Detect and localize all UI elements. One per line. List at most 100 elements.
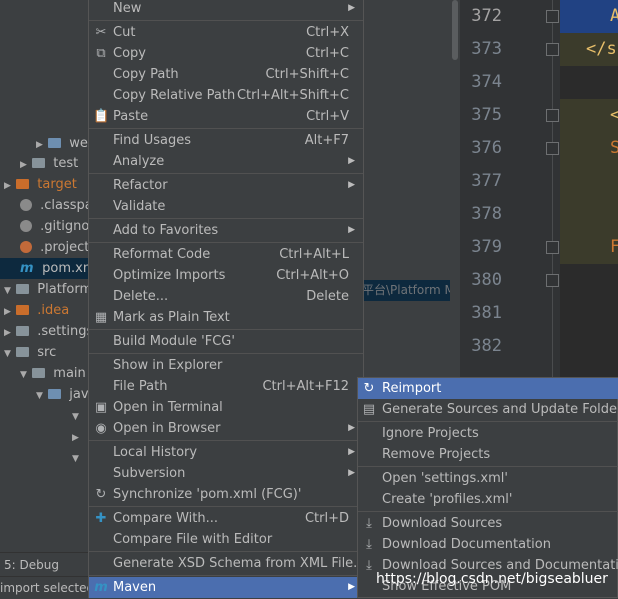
code-line: F xyxy=(610,237,618,257)
submenu-arrow-icon: ▶ xyxy=(348,423,355,433)
submenu-item-download-documentation[interactable]: ⤓ Download Documentation xyxy=(358,534,618,555)
menu-item-show-in-explorer[interactable]: Show in Explorer xyxy=(89,355,363,376)
menu-item-build-module[interactable]: Build Module 'FCG' xyxy=(89,331,363,352)
menu-item-delete[interactable]: Delete... Delete xyxy=(89,286,363,307)
submenu-item-download-sources[interactable]: ⤓ Download Sources xyxy=(358,513,618,534)
menu-item-copy[interactable]: ⧉ Copy Ctrl+C xyxy=(89,43,363,64)
menu-item-maven[interactable]: m Maven ▶ xyxy=(89,577,363,598)
tree-node-we[interactable]: ▶ we xyxy=(36,133,88,154)
project-panel-background xyxy=(362,0,460,378)
menu-item-mark-as-plain-text[interactable]: ▦ Mark as Plain Text xyxy=(89,307,363,328)
tree-expander[interactable]: ▶ xyxy=(72,426,80,447)
submenu-item-generate-sources[interactable]: ▤ Generate Sources and Update Folders xyxy=(358,399,618,420)
submenu-item-ignore-projects[interactable]: Ignore Projects xyxy=(358,423,618,444)
menu-item-validate[interactable]: Validate xyxy=(89,196,363,217)
maven-submenu: ↻ Reimport ▤ Generate Sources and Update F… xyxy=(357,377,618,598)
menu-separator xyxy=(89,128,363,129)
folder-icon xyxy=(16,179,30,189)
menu-item-compare-file-with-editor[interactable]: Compare File with Editor xyxy=(89,529,363,550)
menu-item-add-to-favorites[interactable]: Add to Favorites ▶ xyxy=(89,220,363,241)
line-number: 377 xyxy=(471,171,502,191)
menu-item-compare-with[interactable]: ✚ Compare With... Ctrl+D xyxy=(89,508,363,529)
code-line: A xyxy=(610,6,618,26)
menu-item-paste[interactable]: 📋 Paste Ctrl+V xyxy=(89,106,363,127)
chevron-right-icon[interactable]: ▶ xyxy=(4,302,12,323)
chevron-down-icon[interactable]: ▼ xyxy=(72,449,80,470)
line-number: 376 xyxy=(471,138,502,158)
tree-node-src[interactable]: ▼ src xyxy=(4,342,56,363)
menu-separator xyxy=(89,173,363,174)
folder-icon xyxy=(16,305,30,315)
fold-guide xyxy=(552,0,553,378)
menu-item-optimize-imports[interactable]: Optimize Imports Ctrl+Alt+O xyxy=(89,265,363,286)
submenu-item-create-profiles-xml[interactable]: Create 'profiles.xml' xyxy=(358,489,618,510)
chevron-right-icon[interactable]: ▶ xyxy=(4,176,12,197)
menu-item-copy-path[interactable]: Copy Path Ctrl+Shift+C xyxy=(89,64,363,85)
chevron-down-icon[interactable]: ▼ xyxy=(20,365,28,386)
menu-item-subversion[interactable]: Subversion ▶ xyxy=(89,463,363,484)
fold-toggle[interactable] xyxy=(546,241,559,254)
fold-toggle[interactable] xyxy=(546,142,559,155)
globe-icon: ◉ xyxy=(95,421,107,436)
menu-item-new[interactable]: New ▶ xyxy=(89,0,363,19)
menu-item-reformat-code[interactable]: Reformat Code Ctrl+Alt+L xyxy=(89,244,363,265)
fold-toggle[interactable] xyxy=(546,10,559,23)
tree-node-pom-xml[interactable]: m pom.xml xyxy=(0,258,90,279)
tree-node-java[interactable]: ▼ jav xyxy=(36,384,89,405)
tree-node-project[interactable]: .project xyxy=(20,237,89,258)
tree-node-classpath[interactable]: .classpat xyxy=(20,195,90,216)
menu-item-open-in-browser[interactable]: ◉ Open in Browser ▶ xyxy=(89,418,363,439)
code-line: < xyxy=(610,105,618,125)
folder-icon xyxy=(32,158,46,168)
tree-node-main[interactable]: ▼ main xyxy=(20,363,86,384)
menu-item-cut[interactable]: ✂ Cut Ctrl+X xyxy=(89,22,363,43)
reimport-icon: ↻ xyxy=(363,381,375,396)
maven-icon: m xyxy=(94,580,108,595)
submenu-item-remove-projects[interactable]: Remove Projects xyxy=(358,444,618,465)
tree-node-settings[interactable]: ▶ .settings xyxy=(4,321,90,342)
submenu-arrow-icon: ▶ xyxy=(348,582,355,592)
chevron-down-icon[interactable]: ▼ xyxy=(4,281,12,302)
tree-node-gitignore[interactable]: .gitignor xyxy=(20,216,90,237)
menu-item-refactor[interactable]: Refactor ▶ xyxy=(89,175,363,196)
menu-item-find-usages[interactable]: Find Usages Alt+F7 xyxy=(89,130,363,151)
scrollbar-thumb[interactable] xyxy=(452,0,458,60)
tree-expander[interactable]: ▼ xyxy=(72,405,80,426)
project-tree: ▶ we ▶ test ▶ target .classpat .gitignor… xyxy=(0,0,90,552)
download-icon: ⤓ xyxy=(366,537,372,552)
fold-toggle[interactable] xyxy=(546,43,559,56)
line-number: 378 xyxy=(471,204,502,224)
code-line: S xyxy=(610,138,618,158)
fold-toggle[interactable] xyxy=(546,274,559,287)
menu-item-open-in-terminal[interactable]: ▣ Open in Terminal xyxy=(89,397,363,418)
chevron-down-icon[interactable]: ▼ xyxy=(4,344,12,365)
submenu-item-open-settings-xml[interactable]: Open 'settings.xml' xyxy=(358,468,618,489)
menu-separator xyxy=(358,421,618,422)
menu-item-local-history[interactable]: Local History ▶ xyxy=(89,442,363,463)
tree-expander[interactable]: ▼ xyxy=(72,447,80,468)
menu-item-analyze[interactable]: Analyze ▶ xyxy=(89,151,363,172)
menu-item-generate-xsd[interactable]: Generate XSD Schema from XML File... xyxy=(89,553,366,574)
chevron-down-icon[interactable]: ▼ xyxy=(72,407,80,428)
menu-item-file-path[interactable]: File Path Ctrl+Alt+F12 xyxy=(89,376,363,397)
tree-node-test[interactable]: ▶ test xyxy=(20,153,78,174)
menu-separator xyxy=(89,20,363,21)
vertical-scrollbar[interactable] xyxy=(450,0,460,378)
chevron-right-icon[interactable]: ▶ xyxy=(20,155,28,176)
submenu-arrow-icon: ▶ xyxy=(348,180,355,190)
tree-node-target[interactable]: ▶ target xyxy=(4,174,77,195)
menu-item-synchronize[interactable]: ↻ Synchronize 'pom.xml (FCG)' xyxy=(89,484,363,505)
tree-node-idea[interactable]: ▶ .idea xyxy=(4,300,69,321)
chevron-down-icon[interactable]: ▼ xyxy=(36,386,44,407)
status-bar: import selected xyxy=(0,576,90,599)
code-editor[interactable]: A </s < S F xyxy=(560,0,618,378)
debug-tool-tab[interactable]: 5: Debug xyxy=(4,558,59,572)
download-icon: ⤓ xyxy=(366,558,372,573)
fold-toggle[interactable] xyxy=(546,109,559,122)
menu-item-copy-relative-path[interactable]: Copy Relative Path Ctrl+Alt+Shift+C xyxy=(89,85,363,106)
plain-text-icon: ▦ xyxy=(94,310,108,325)
tree-node-platform[interactable]: ▼ Platform Ma xyxy=(4,279,90,300)
submenu-item-reimport[interactable]: ↻ Reimport xyxy=(358,378,618,399)
chevron-right-icon[interactable]: ▶ xyxy=(4,323,12,344)
chevron-right-icon[interactable]: ▶ xyxy=(72,428,80,449)
